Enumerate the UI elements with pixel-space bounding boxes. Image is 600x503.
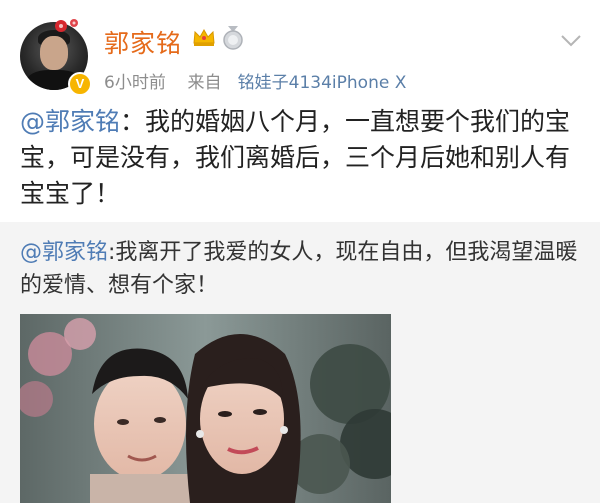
post-body: @郭家铭：我的婚姻八个月，一直想要个我们的宝宝，可是没有，我们离婚后，三个月后她…	[20, 104, 585, 212]
timestamp: 6小时前	[104, 73, 166, 93]
source-prefix: 来自	[187, 73, 222, 93]
mention-link[interactable]: @郭家铭	[20, 107, 120, 136]
chevron-down-icon[interactable]	[560, 34, 582, 48]
repost-mention-link[interactable]: @郭家铭	[20, 240, 108, 265]
avatar-container[interactable]: V	[20, 19, 92, 96]
post-meta: 6小时前 来自 铭娃子4134iPhone X	[104, 68, 406, 93]
source-device-link[interactable]: 铭娃子4134iPhone X	[238, 73, 407, 93]
reposted-content[interactable]: @郭家铭:我离开了我爱的女人，现在自由，但我渴望温暖的爱情、想有个家！	[0, 222, 600, 503]
repost-photo[interactable]	[20, 314, 391, 503]
weibo-post: V 郭家铭 6小时前 来自 铭娃子4134iPhone X @郭家铭：我的婚姻八…	[0, 0, 600, 220]
repost-body: @郭家铭:我离开了我爱的女人，现在自由，但我渴望温暖的爱情、想有个家！	[20, 236, 585, 302]
medal-icon[interactable]	[222, 26, 244, 50]
verified-badge-icon: V	[68, 72, 92, 96]
flower-decoration-icon	[55, 19, 78, 32]
crown-icon[interactable]	[192, 27, 216, 47]
avatar-face	[40, 36, 68, 70]
photo-image	[20, 314, 391, 503]
username[interactable]: 郭家铭	[104, 24, 182, 60]
